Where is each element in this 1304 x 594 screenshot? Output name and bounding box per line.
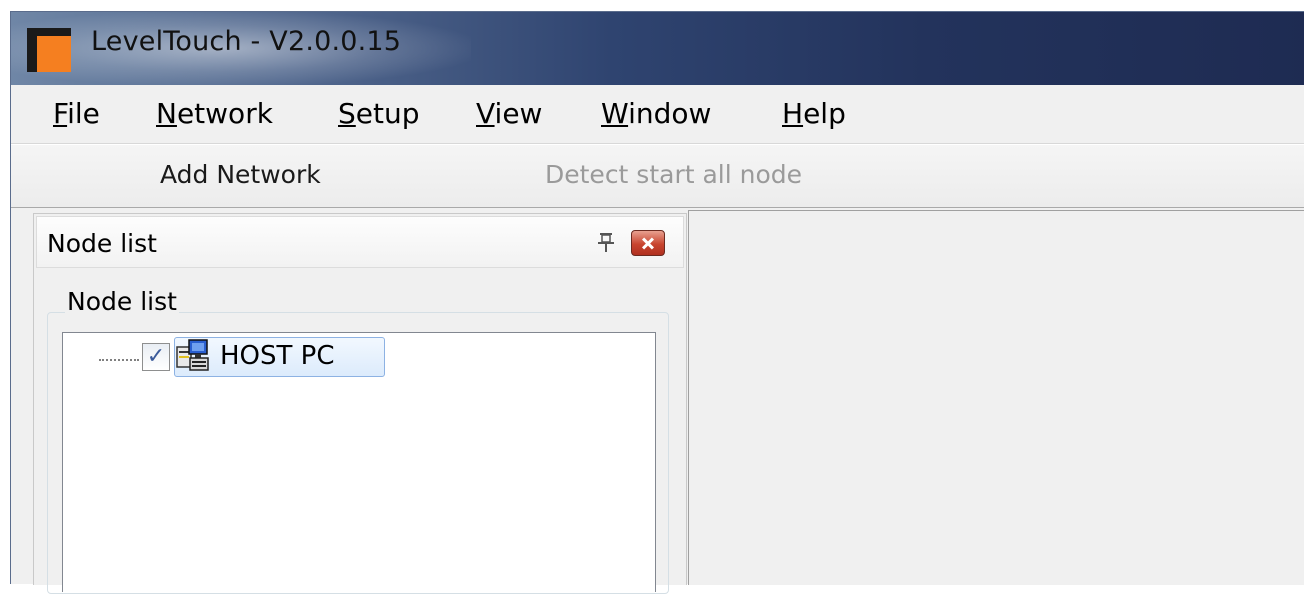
- host-pc-label: HOST PC: [220, 341, 335, 371]
- menu-bar: File Network Setup View Window Help: [11, 85, 1304, 144]
- pin-icon[interactable]: [594, 230, 618, 254]
- tree-connector-line: [99, 359, 139, 361]
- menu-file[interactable]: File: [53, 97, 100, 130]
- app-window: LevelTouch - V2.0.0.15 File Network Setu…: [10, 11, 1304, 594]
- app-logo-icon[interactable]: [27, 28, 71, 72]
- menu-network[interactable]: Network: [156, 97, 273, 130]
- menu-setup[interactable]: Setup: [338, 97, 420, 130]
- window-title: LevelTouch - V2.0.0.15: [91, 26, 402, 57]
- detect-start-all-node-button: Detect start all node: [545, 160, 803, 189]
- host-pc-icon: [176, 339, 209, 371]
- menu-window[interactable]: Window: [601, 97, 711, 130]
- title-bar[interactable]: LevelTouch - V2.0.0.15: [11, 12, 1304, 85]
- close-icon[interactable]: [631, 230, 665, 256]
- add-network-button[interactable]: Add Network: [160, 160, 321, 189]
- node-list-panel: Node list Node list ✓ HOST PC: [33, 213, 687, 594]
- panel-title: Node list: [47, 229, 157, 258]
- node-list-panel-header[interactable]: Node list: [36, 216, 684, 268]
- host-pc-checkbox[interactable]: ✓: [142, 343, 170, 371]
- main-content-area: [688, 210, 1304, 585]
- groupbox-label: Node list: [65, 287, 179, 316]
- node-tree[interactable]: ✓ HOST PC: [62, 332, 656, 592]
- menu-view[interactable]: View: [476, 97, 542, 130]
- menu-help[interactable]: Help: [782, 97, 846, 130]
- toolbar: Add Network Detect start all node: [11, 144, 1304, 208]
